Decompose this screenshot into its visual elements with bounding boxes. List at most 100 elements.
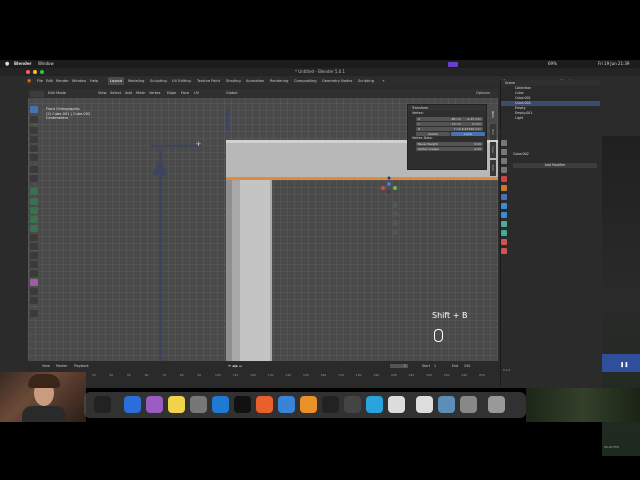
vscode-icon[interactable] — [212, 396, 229, 413]
shear-tool-icon[interactable] — [30, 288, 38, 295]
recording-icon[interactable] — [448, 61, 458, 67]
material-props-icon[interactable] — [501, 239, 507, 245]
sidebar-tab-view[interactable]: View — [490, 142, 496, 158]
inset-tool-icon[interactable] — [30, 207, 38, 214]
timeline-ruler[interactable]: 0102030405060708090100110120130140150160… — [28, 373, 498, 378]
tab-sculpting[interactable]: Sculpting — [150, 77, 167, 85]
sidebar-tab-tool[interactable]: Tool — [490, 124, 496, 140]
z-axis-icon[interactable] — [387, 182, 391, 186]
tab-geometry-nodes[interactable]: Geometry Nodes — [322, 77, 352, 85]
rip-tool-icon[interactable] — [30, 297, 38, 304]
tab-shading[interactable]: Shading — [226, 77, 241, 85]
sidebar-tab-item[interactable]: Item — [490, 106, 496, 122]
physics-props-icon[interactable] — [501, 212, 507, 218]
start-frame-value[interactable]: 1 — [434, 364, 436, 368]
chrome-icon[interactable] — [388, 396, 405, 413]
texture-props-icon[interactable] — [501, 248, 507, 254]
global-toggle[interactable]: Global — [416, 131, 450, 136]
selected-edge[interactable] — [226, 177, 498, 180]
telegram-icon[interactable] — [366, 396, 383, 413]
trash-icon[interactable] — [488, 396, 505, 413]
bevel-tool-icon[interactable] — [30, 216, 38, 223]
preview-icon[interactable] — [438, 396, 455, 413]
poly-build-tool-icon[interactable] — [30, 243, 38, 250]
tab-uv-editing[interactable]: UV Editing — [172, 77, 191, 85]
spin-tool-icon[interactable] — [30, 252, 38, 259]
menu-render[interactable]: Render — [56, 77, 69, 85]
menu-help[interactable]: Help — [90, 77, 98, 85]
x-axis-icon[interactable] — [381, 186, 385, 190]
github-icon[interactable] — [344, 396, 361, 413]
move-tool-icon[interactable] — [30, 127, 38, 134]
zbrush-icon[interactable] — [256, 396, 273, 413]
vertex-y-field[interactable]: Y 10 cm 0 mm — [416, 121, 483, 126]
zoom-icon[interactable] — [392, 202, 398, 208]
add-cube-tool-icon[interactable] — [30, 188, 38, 195]
launchpad-icon[interactable] — [146, 396, 163, 413]
object-props-icon[interactable] — [501, 185, 507, 191]
modifier-props-icon[interactable] — [501, 194, 507, 200]
extrude-tool-icon[interactable] — [30, 198, 38, 205]
particles-props-icon[interactable] — [501, 203, 507, 209]
ortho-toggle-icon[interactable] — [392, 229, 398, 235]
document-icon[interactable] — [416, 396, 433, 413]
tab-rendering[interactable]: Rendering — [270, 77, 288, 85]
measure-tool-icon[interactable] — [30, 175, 38, 182]
scale-tool-icon[interactable] — [30, 145, 38, 152]
data-props-icon[interactable] — [501, 230, 507, 236]
apple-icon[interactable]: ● — [5, 60, 9, 68]
constraints-props-icon[interactable] — [501, 221, 507, 227]
render-props-icon[interactable] — [501, 149, 507, 155]
rotate-tool-icon[interactable] — [30, 136, 38, 143]
end-frame-value[interactable]: 250 — [464, 364, 470, 368]
view-layer-props-icon[interactable] — [501, 167, 507, 173]
menu-file[interactable]: File — [37, 77, 43, 85]
cursor-tool-icon[interactable] — [30, 116, 38, 123]
output-props-icon[interactable] — [501, 158, 507, 164]
outliner-row[interactable]: Light — [501, 116, 600, 121]
transform-tool-icon[interactable] — [30, 154, 38, 161]
vertex-z-field[interactable]: Z 7 cm 6.97445 mm — [416, 126, 483, 131]
tab-texture-paint[interactable]: Texture Paint — [197, 77, 220, 85]
shrink-tool-icon[interactable] — [30, 279, 38, 286]
settings-icon[interactable] — [190, 396, 207, 413]
timeline-menu-playback[interactable]: Playback — [74, 364, 89, 368]
tab-animation[interactable]: Animation — [246, 77, 264, 85]
pause-icon[interactable]: ❚❚ — [620, 362, 628, 368]
mac-app-name[interactable]: Blender — [14, 60, 32, 68]
select-box-tool-icon[interactable] — [30, 106, 38, 113]
close-window-button[interactable] — [26, 70, 30, 74]
vertex-x-field[interactable]: X -88 cm -2.25 mm — [416, 116, 483, 121]
tab-modeling[interactable]: Modeling — [128, 77, 144, 85]
jetbrains-icon[interactable] — [234, 396, 251, 413]
menu-window[interactable]: Window — [72, 77, 86, 85]
edge-slide-tool-icon[interactable] — [30, 270, 38, 277]
tool-props-icon[interactable] — [501, 140, 507, 146]
obs-icon[interactable] — [322, 396, 339, 413]
timeline-menu-marker[interactable]: Marker — [56, 364, 67, 368]
y-axis-icon[interactable] — [393, 186, 397, 190]
downloads-icon[interactable] — [460, 396, 477, 413]
mac-menu-window[interactable]: Window — [38, 60, 54, 68]
zoom-window-button[interactable] — [40, 70, 44, 74]
tab-layout[interactable]: Layout — [108, 77, 125, 85]
add-modifier-button[interactable]: Add Modifier — [513, 163, 597, 168]
bevel-weight-field[interactable]: Bevel Weight 0.00 — [416, 141, 483, 146]
scene-props-icon[interactable] — [501, 176, 507, 182]
extra-tool-icon[interactable] — [30, 310, 38, 317]
blender-logo-icon[interactable]: ◉ — [27, 77, 31, 85]
timeline-menu-view[interactable]: View — [42, 364, 50, 368]
navigation-gizmo[interactable] — [378, 174, 400, 204]
blender-dock-icon[interactable] — [300, 396, 317, 413]
smooth-tool-icon[interactable] — [30, 261, 38, 268]
camera-view-icon[interactable] — [392, 220, 398, 226]
clock[interactable]: Fri 19 Jun 21:39 — [598, 60, 629, 68]
vertex-crease-field[interactable]: Vertex Crease 0.00 — [416, 146, 483, 151]
add-workspace-icon[interactable]: + — [382, 77, 385, 85]
annotate-tool-icon[interactable] — [30, 166, 38, 173]
pan-icon[interactable] — [392, 211, 398, 217]
safari-icon[interactable] — [278, 396, 295, 413]
loop-cut-tool-icon[interactable] — [30, 225, 38, 232]
tab-compositing[interactable]: Compositing — [294, 77, 317, 85]
current-frame-field[interactable]: 1 — [390, 363, 408, 368]
